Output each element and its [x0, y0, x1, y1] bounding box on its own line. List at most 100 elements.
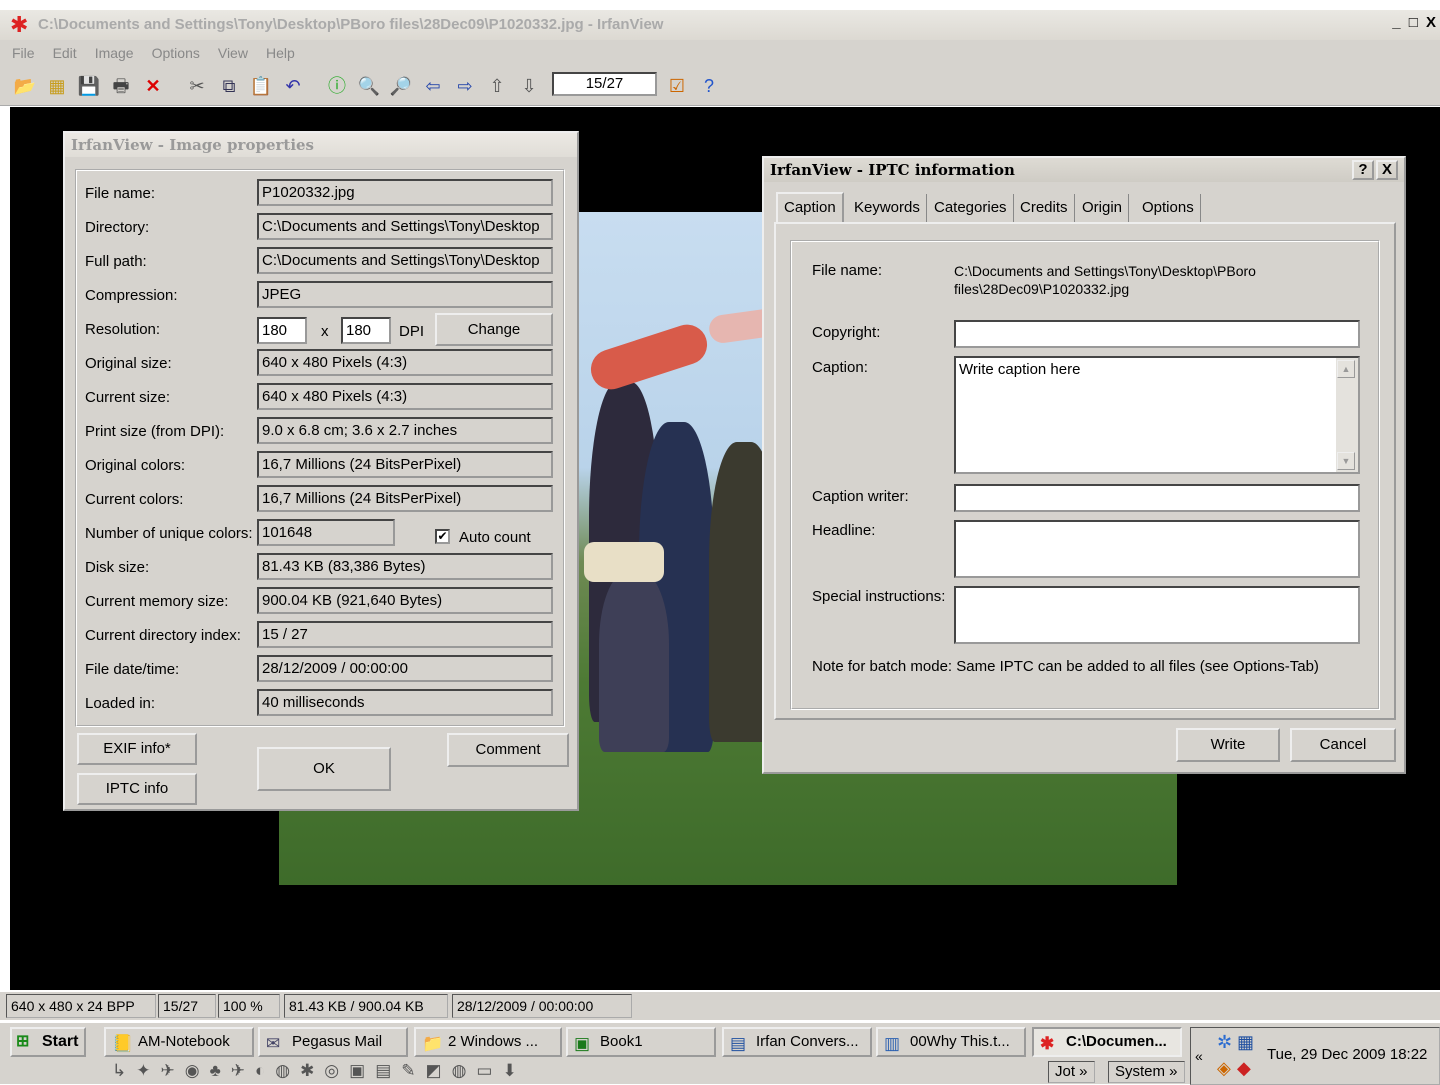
- tab-options[interactable]: Options: [1136, 194, 1201, 222]
- iptc-info-button[interactable]: IPTC info: [77, 773, 197, 805]
- task-irfanview-active[interactable]: ✱ C:\Documen...: [1032, 1027, 1182, 1057]
- scroll-down-icon[interactable]: ▼: [1337, 452, 1355, 470]
- volume-icon[interactable]: ◆: [1237, 1058, 1251, 1079]
- close-button[interactable]: X: [1376, 160, 1398, 180]
- menu-options[interactable]: Options: [152, 45, 200, 61]
- zoom-in-icon[interactable]: 🔍: [356, 74, 382, 98]
- task-irfan-convers[interactable]: ▤ Irfan Convers...: [722, 1027, 872, 1057]
- property-value: 40 milliseconds: [257, 689, 553, 716]
- next-icon[interactable]: ⇨: [452, 74, 478, 98]
- zoom-out-icon[interactable]: 🔎: [388, 74, 414, 98]
- tray-expand-icon[interactable]: «: [1195, 1048, 1203, 1064]
- copyright-field[interactable]: [954, 320, 1360, 348]
- first-icon[interactable]: ⇧: [484, 74, 510, 98]
- system-toolbar[interactable]: System »: [1108, 1061, 1185, 1083]
- folder-icon: 📁: [422, 1034, 444, 1053]
- cut-icon[interactable]: ✂: [184, 74, 210, 98]
- property-label: Print size (from DPI):: [85, 423, 225, 440]
- tray-clock: Tue, 29 Dec 2009 18:22: [1267, 1046, 1428, 1063]
- resolution-times: x: [321, 323, 329, 340]
- menu-bar: File Edit Image Options View Help: [0, 40, 1440, 66]
- calendar-icon[interactable]: ▦: [1237, 1032, 1254, 1053]
- info-icon[interactable]: ⓘ: [324, 74, 350, 98]
- tab-categories[interactable]: Categories: [928, 194, 1014, 222]
- property-value: JPEG: [257, 281, 553, 308]
- caption-writer-label: Caption writer:: [812, 488, 909, 505]
- network-icon[interactable]: ✲: [1217, 1032, 1232, 1053]
- special-instructions-field[interactable]: [954, 586, 1360, 644]
- property-value: C:\Documents and Settings\Tony\Desktop: [257, 213, 553, 240]
- cancel-button[interactable]: Cancel: [1290, 728, 1396, 762]
- scroll-up-icon[interactable]: ▲: [1337, 360, 1355, 378]
- start-button[interactable]: ⊞ Start: [10, 1027, 86, 1057]
- comment-button[interactable]: Comment: [447, 733, 569, 767]
- file-name-value: C:\Documents and Settings\Tony\Desktop\P…: [954, 263, 1256, 297]
- tab-origin[interactable]: Origin: [1076, 194, 1130, 222]
- caption-textarea[interactable]: Write caption here ▲ ▼: [954, 356, 1360, 474]
- headline-field[interactable]: [954, 520, 1360, 578]
- change-resolution-button[interactable]: Change: [435, 313, 553, 346]
- property-label: Number of unique colors:: [85, 525, 253, 542]
- irfanview-icon: ✱: [1040, 1034, 1055, 1053]
- prev-icon[interactable]: ⇦: [420, 74, 446, 98]
- print-icon[interactable]: 🖶: [108, 74, 134, 98]
- save-icon[interactable]: 💾: [76, 74, 102, 98]
- property-label: Directory:: [85, 219, 150, 236]
- task-label: Book1: [600, 1033, 643, 1050]
- task-book1[interactable]: ▣ Book1: [566, 1027, 716, 1057]
- resolution-x-field[interactable]: 180: [257, 317, 307, 344]
- file-name-label: File name:: [812, 262, 883, 279]
- task-am-notebook[interactable]: 📒 AM-Notebook: [104, 1027, 254, 1057]
- menu-file[interactable]: File: [12, 45, 35, 61]
- irfanview-icon[interactable]: ✱: [10, 14, 34, 36]
- copyright-label: Copyright:: [812, 324, 881, 341]
- tab-credits[interactable]: Credits: [1014, 194, 1075, 222]
- options-icon[interactable]: ☑: [664, 74, 690, 98]
- property-label: Current memory size:: [85, 593, 229, 610]
- property-label: Resolution:: [85, 321, 161, 338]
- system-tray: « ✲ ▦ ◈ ◆ Tue, 29 Dec 2009 18:22: [1190, 1027, 1440, 1085]
- page-indicator-field[interactable]: 15/27: [552, 72, 657, 96]
- property-value: 101648: [257, 519, 395, 546]
- menu-image[interactable]: Image: [95, 45, 134, 61]
- start-label: Start: [42, 1033, 79, 1050]
- window-controls[interactable]: _ □ X: [1392, 14, 1438, 31]
- last-icon[interactable]: ⇩: [516, 74, 542, 98]
- exif-info-button[interactable]: EXIF info*: [77, 733, 197, 765]
- menu-help[interactable]: Help: [266, 45, 295, 61]
- iptc-dialog: IrfanView - IPTC information ? X Caption…: [762, 156, 1406, 774]
- task-00why[interactable]: ▥ 00Why This.t...: [876, 1027, 1026, 1057]
- dialog-title: IrfanView - Image properties: [65, 133, 577, 157]
- help-button[interactable]: ?: [1352, 160, 1374, 180]
- tab-caption[interactable]: Caption: [776, 192, 844, 224]
- task-pegasus-mail[interactable]: ✉ Pegasus Mail: [258, 1027, 408, 1057]
- property-value: 9.0 x 6.8 cm; 3.6 x 2.7 inches: [257, 417, 553, 444]
- quick-launch-icons[interactable]: ↳✦✈◉♣✈◐◍✱◎▣▤✎◩◍▭⬇: [112, 1059, 652, 1083]
- help-icon[interactable]: ?: [696, 74, 722, 98]
- jot-toolbar[interactable]: Jot »: [1048, 1061, 1095, 1083]
- status-size: 81.43 KB / 900.04 KB: [284, 994, 448, 1018]
- undo-icon[interactable]: ↶: [280, 74, 306, 98]
- special-instructions-label: Special instructions:: [812, 588, 946, 605]
- ok-button[interactable]: OK: [257, 747, 391, 791]
- pegasus-icon: ✉: [266, 1034, 281, 1053]
- caption-writer-field[interactable]: [954, 484, 1360, 512]
- write-button[interactable]: Write: [1176, 728, 1280, 762]
- copy-icon[interactable]: ⧉: [216, 74, 242, 98]
- delete-icon[interactable]: ✕: [140, 74, 166, 98]
- paste-icon[interactable]: 📋: [248, 74, 274, 98]
- resolution-y-field[interactable]: 180: [341, 317, 391, 344]
- menu-edit[interactable]: Edit: [53, 45, 77, 61]
- auto-count-checkbox[interactable]: ✔: [435, 529, 450, 544]
- tab-keywords[interactable]: Keywords: [848, 194, 927, 222]
- security-icon[interactable]: ◈: [1217, 1058, 1231, 1079]
- system-label: System: [1115, 1063, 1166, 1080]
- menu-view[interactable]: View: [218, 45, 248, 61]
- toolbar: 📂 ▦ 💾 🖶 ✕ ✂ ⧉ 📋 ↶ ⓘ 🔍 🔎 ⇦ ⇨ ⇧ ⇩ ☑ ?: [0, 66, 1440, 106]
- thumbnails-icon[interactable]: ▦: [44, 74, 70, 98]
- word-icon: ▤: [730, 1034, 747, 1053]
- status-index: 15/27: [158, 994, 216, 1018]
- caption-scrollbar[interactable]: ▲ ▼: [1336, 358, 1358, 472]
- task-2-windows[interactable]: 📁 2 Windows ...: [414, 1027, 562, 1057]
- open-icon[interactable]: 📂: [12, 74, 38, 98]
